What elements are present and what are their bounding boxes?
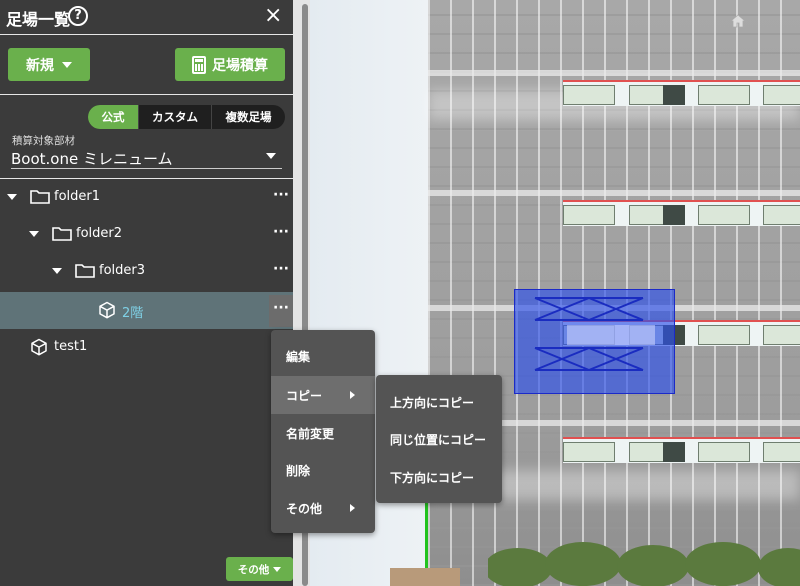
target-material-label: 積算対象部材 <box>12 135 75 147</box>
tree-item-label: folder1 <box>54 189 101 204</box>
menu-item-label: コピー <box>286 388 323 403</box>
divider <box>0 34 293 35</box>
menu-item-other[interactable]: その他 <box>271 489 375 527</box>
more-options-icon[interactable]: ··· <box>273 187 289 203</box>
scaffold-estimate-label: 足場積算 <box>212 57 268 74</box>
cube-icon <box>31 338 47 356</box>
more-options-icon[interactable]: ··· <box>273 224 289 240</box>
trees <box>488 542 800 586</box>
panel-header: 足場一覧 ? × <box>0 0 293 34</box>
folder-icon <box>52 227 72 241</box>
chevron-down-icon <box>62 61 72 68</box>
scaffold-estimate-button[interactable]: 足場積算 <box>175 48 285 81</box>
tree-item-label: folder2 <box>76 226 123 241</box>
tab-custom[interactable]: カスタム <box>138 105 211 129</box>
menu-item-label: 名前変更 <box>286 426 335 441</box>
tree-item-2f[interactable]: 2階 ··· <box>0 292 293 329</box>
target-material-value: Boot.one ミレニューム <box>11 150 173 168</box>
menu-item-copy-up[interactable]: 上方向にコピー <box>376 383 502 421</box>
scaffold-plank <box>428 190 800 196</box>
menu-item-edit[interactable]: 編集 <box>271 337 375 375</box>
menu-item-label: 削除 <box>286 463 311 478</box>
menu-item-copy-down[interactable]: 下方向にコピー <box>376 458 502 496</box>
tree-item-label: test1 <box>54 339 88 354</box>
window-strip <box>563 80 800 106</box>
menu-item-label: その他 <box>286 501 323 516</box>
scaffold-plank <box>428 70 800 76</box>
new-button-label: 新規 <box>26 57 54 74</box>
ground-bricks <box>390 568 460 586</box>
other-button[interactable]: その他 <box>226 557 293 581</box>
scaffold-list-panel: 足場一覧 ? × 新規 足場積算 公式 カスタム 複数足場 積算対象部材 Boo… <box>0 0 293 586</box>
menu-item-copy-same[interactable]: 同じ位置にコピー <box>376 420 502 458</box>
cube-icon <box>99 301 115 319</box>
close-icon[interactable]: × <box>264 3 282 29</box>
tree-item-label: 2階 <box>122 306 144 321</box>
more-options-icon[interactable]: ··· <box>273 300 289 316</box>
window-strip <box>563 437 800 463</box>
calculator-icon <box>192 55 206 74</box>
type-tabs: 公式 カスタム 複数足場 <box>88 105 285 129</box>
chevron-right-icon <box>350 391 355 399</box>
menu-item-copy[interactable]: コピー <box>271 376 375 414</box>
menu-item-label: 上方向にコピー <box>390 395 475 410</box>
other-button-label: その他 <box>237 563 270 576</box>
tree-item-test1[interactable]: test1 <box>0 329 293 366</box>
selected-scaffold-highlight[interactable] <box>514 289 675 394</box>
divider <box>0 94 293 95</box>
home-icon[interactable] <box>730 14 746 28</box>
menu-item-label: 編集 <box>286 349 311 364</box>
chevron-down-icon <box>266 153 276 159</box>
scaffold-brace-pattern <box>534 297 655 371</box>
expand-arrow-icon[interactable] <box>7 194 17 200</box>
tab-multiple[interactable]: 複数足場 <box>211 105 285 129</box>
menu-item-rename[interactable]: 名前変更 <box>271 414 375 452</box>
tree-item-folder1[interactable]: folder1 ··· <box>0 179 293 216</box>
expand-arrow-icon[interactable] <box>52 268 62 274</box>
tab-official[interactable]: 公式 <box>88 105 138 129</box>
panel-title: 足場一覧 <box>6 10 71 29</box>
folder-icon <box>75 264 95 278</box>
menu-item-label: 同じ位置にコピー <box>390 432 487 447</box>
target-material-select[interactable]: Boot.one ミレニューム <box>11 148 282 169</box>
more-options-icon[interactable]: ··· <box>273 261 289 277</box>
tree-item-folder2[interactable]: folder2 ··· <box>0 216 293 253</box>
folder-icon <box>30 190 50 204</box>
chevron-down-icon <box>273 566 282 572</box>
context-menu: 編集 コピー 名前変更 削除 その他 <box>271 330 375 533</box>
tree-item-label: folder3 <box>99 263 146 278</box>
window-strip <box>563 200 800 226</box>
help-icon[interactable]: ? <box>68 6 88 26</box>
new-button[interactable]: 新規 <box>8 48 90 81</box>
expand-arrow-icon[interactable] <box>29 231 39 237</box>
menu-item-delete[interactable]: 削除 <box>271 451 375 489</box>
chevron-right-icon <box>350 504 355 512</box>
menu-item-label: 下方向にコピー <box>390 470 475 485</box>
copy-submenu: 上方向にコピー 同じ位置にコピー 下方向にコピー <box>376 375 502 503</box>
tree-item-folder3[interactable]: folder3 ··· <box>0 253 293 290</box>
